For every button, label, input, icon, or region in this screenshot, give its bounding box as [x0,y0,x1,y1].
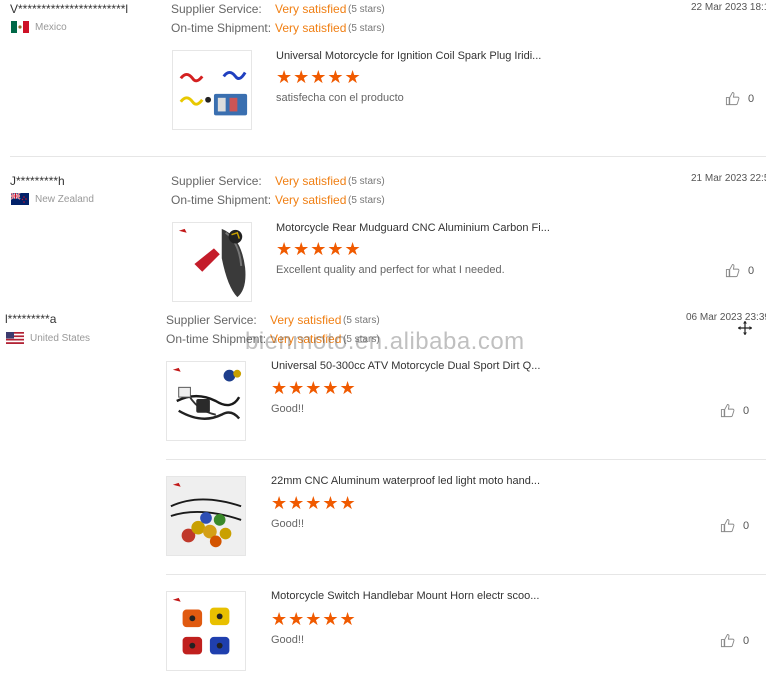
shipment-stars: (5 stars) [343,334,380,345]
supplier-service-stars: (5 stars) [343,315,380,326]
product-title-link[interactable]: 22mm CNC Aluminum waterproof led light m… [271,475,561,487]
new-zealand-flag-icon [11,193,29,205]
product-star-rating: ★★★★★ [276,239,362,259]
like-count: 0 [748,264,755,277]
like-button[interactable]: 0 [720,518,749,533]
like-count: 0 [743,634,750,647]
shipment-rating: Very satisfied [275,193,347,207]
thumbs-up-icon [720,518,735,533]
product-divider [166,574,766,575]
product-star-rating: ★★★★★ [276,67,362,87]
product-star-rating: ★★★★★ [271,609,357,629]
buyer-country: United States [6,332,90,344]
move-cursor-icon [738,321,752,337]
supplier-service-rating: Very satisfied [275,174,347,188]
buyer-country: Mexico [11,21,67,33]
thumbs-up-icon [720,633,735,648]
review-comment: Good!! [271,634,305,646]
product-thumbnail[interactable] [172,50,252,130]
shipment-stars: (5 stars) [348,195,385,206]
review-date: 22 Mar 2023 18:1 [691,2,766,13]
supplier-service-label: Supplier Service: [171,174,262,188]
supplier-service-stars: (5 stars) [348,176,385,187]
review-comment: Good!! [271,403,305,415]
buyer-country: New Zealand [11,193,94,205]
like-button[interactable]: 0 [720,403,749,418]
product-star-rating: ★★★★★ [271,493,357,513]
shipment-rating: Very satisfied [275,21,347,35]
like-button[interactable]: 0 [720,633,749,648]
review-date: 06 Mar 2023 23:39 [686,312,766,323]
supplier-service-label: Supplier Service: [166,313,257,327]
like-count: 0 [748,92,755,105]
product-divider [166,459,766,460]
product-star-rating: ★★★★★ [271,378,357,398]
product-thumbnail[interactable] [172,222,252,302]
supplier-service-rating: Very satisfied [275,2,347,16]
shipment-label: On-time Shipment: [166,332,267,346]
review-comment: satisfecha con el producto [276,92,404,104]
product-title-link[interactable]: Universal Motorcycle for Ignition Coil S… [276,50,566,62]
country-name: Mexico [35,21,67,33]
shipment-label: On-time Shipment: [171,193,272,207]
shipment-rating: Very satisfied [270,332,342,346]
product-title-link[interactable]: Motorcycle Switch Handlebar Mount Horn e… [271,590,561,602]
supplier-service-label: Supplier Service: [171,2,262,16]
review-date: 21 Mar 2023 22:5 [691,173,766,184]
shipment-stars: (5 stars) [348,23,385,34]
thumbs-up-icon [725,91,740,106]
mexico-flag-icon [11,21,29,33]
thumbs-up-icon [720,403,735,418]
buyer-name: V***********************l [10,2,129,16]
product-thumbnail[interactable] [166,591,246,671]
like-count: 0 [743,404,750,417]
like-button[interactable]: 0 [725,91,754,106]
review-comment: Excellent quality and perfect for what I… [276,264,505,276]
country-name: United States [30,332,91,344]
buyer-name: J*********h [10,174,65,188]
like-button[interactable]: 0 [725,263,754,278]
shipment-label: On-time Shipment: [171,21,272,35]
supplier-service-rating: Very satisfied [270,313,342,327]
review-divider [10,156,766,157]
product-title-link[interactable]: Motorcycle Rear Mudguard CNC Aluminium C… [276,222,566,234]
united-states-flag-icon [6,332,24,344]
thumbs-up-icon [725,263,740,278]
like-count: 0 [743,519,750,532]
product-thumbnail[interactable] [166,361,246,441]
product-thumbnail[interactable] [166,476,246,556]
country-name: New Zealand [35,193,94,205]
product-title-link[interactable]: Universal 50-300cc ATV Motorcycle Dual S… [271,360,561,372]
supplier-service-stars: (5 stars) [348,4,385,15]
review-comment: Good!! [271,518,305,530]
buyer-name: l*********a [5,312,57,326]
